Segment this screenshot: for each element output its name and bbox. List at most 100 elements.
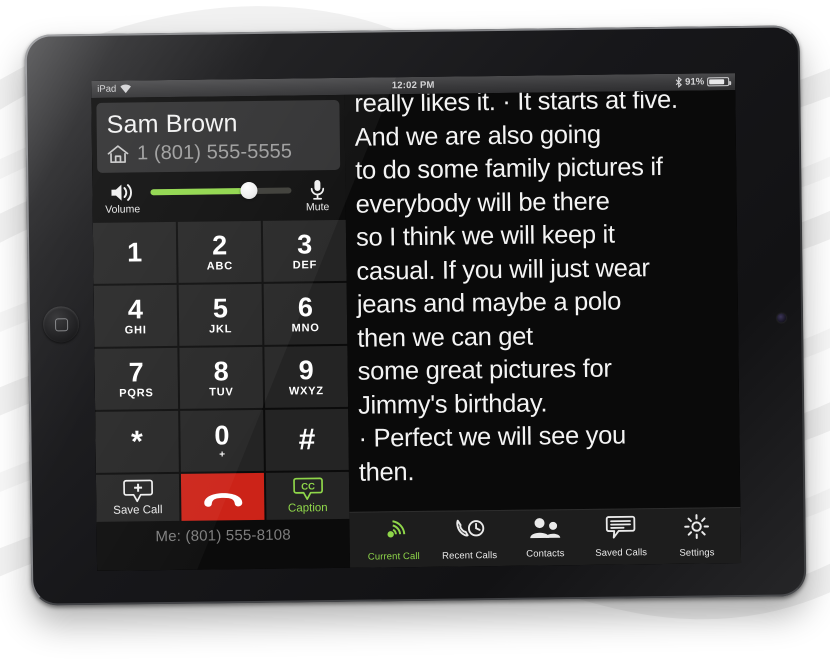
key-digit: 4 [127, 293, 144, 325]
screen: iPad 12:02 PM 91% Sam Brown 1 (801) 555-… [91, 73, 742, 571]
status-bar-right: 91% [675, 73, 730, 91]
key-letters: DEF [292, 258, 318, 271]
key-digit: 8 [213, 355, 229, 386]
microphone-icon [310, 179, 325, 200]
contact-card[interactable]: Sam Brown 1 (801) 555-5555 [96, 99, 341, 173]
home-button[interactable] [42, 306, 80, 343]
end-call-handset-icon [203, 492, 242, 507]
caption-panel: really likes it. · It starts at five. And… [344, 90, 742, 568]
front-camera-icon [777, 313, 787, 323]
mute-label: Mute [305, 201, 330, 214]
caption-line: to do some family pictures if [355, 152, 663, 185]
save-call-label: Save Call [113, 504, 163, 517]
tab-saved-calls[interactable]: Saved Calls [583, 515, 659, 559]
tab-label: Settings [679, 547, 715, 559]
volume-label: Volume [105, 202, 141, 216]
caption-text: really likes it. · It starts at five. And… [354, 90, 732, 490]
key-letters: GHI [124, 323, 147, 337]
caption-scroll-area[interactable]: really likes it. · It starts at five. And… [344, 90, 740, 512]
current-call-icon [379, 517, 407, 548]
contact-number-row: 1 (801) 555-5555 [107, 140, 330, 166]
recent-calls-icon [454, 516, 484, 547]
key-star[interactable]: * [95, 410, 179, 473]
key-digit: 2 [211, 229, 228, 260]
key-5[interactable]: 5 JKL [178, 283, 263, 346]
key-letters: MNO [291, 321, 320, 335]
key-7[interactable]: 7 PQRS [94, 347, 179, 410]
key-8[interactable]: 8 TUV [179, 346, 264, 409]
caption-line: And we are also going [354, 120, 602, 152]
key-0[interactable]: 0 + [180, 409, 264, 472]
key-letters: + [219, 449, 226, 461]
key-digit: 6 [297, 291, 314, 322]
tab-recent-calls[interactable]: Recent Calls [431, 516, 507, 562]
tab-current-call[interactable]: Current Call [355, 517, 431, 563]
key-letters: WXYZ [288, 384, 324, 398]
battery-icon [707, 77, 730, 87]
key-digit: 9 [298, 354, 314, 385]
tab-bar: Current Call Recent Calls Contacts Saved Ca… [349, 507, 742, 568]
key-digit: 7 [128, 356, 144, 388]
phone-panel: Sam Brown 1 (801) 555-5555 Volume Mute 1… [91, 94, 351, 571]
volume-slider-knob[interactable] [240, 181, 258, 200]
key-9[interactable]: 9 WXYZ [264, 345, 349, 408]
key-digit: 1 [127, 237, 143, 268]
volume-slider[interactable] [150, 180, 292, 204]
key-digit: 0 [214, 420, 230, 451]
key-letters: TUV [209, 385, 234, 399]
tab-label: Recent Calls [442, 550, 498, 562]
volume-row: Volume Mute [92, 172, 346, 223]
caption-line: jeans and maybe a polo [356, 287, 622, 319]
home-button-glyph-icon [54, 317, 68, 331]
key-letters: JKL [208, 322, 233, 336]
saved-calls-icon [606, 515, 636, 544]
caption-line: everybody will be there [355, 187, 610, 219]
home-icon [107, 145, 129, 164]
caption-line: really likes it. · It starts at five. [354, 90, 678, 118]
key-1[interactable]: 1 [92, 221, 177, 284]
battery-fill [709, 79, 725, 85]
key-letters: ABC [206, 259, 234, 273]
call-action-row: Save Call CC Caption [95, 471, 350, 522]
speech-bubble-plus-icon [122, 479, 153, 503]
tab-settings[interactable]: Settings [659, 513, 735, 559]
settings-gear-icon [684, 513, 710, 544]
caption-line: some great pictures for [357, 354, 612, 386]
caption-line: casual. If you will just wear [356, 253, 650, 286]
key-digit: 3 [296, 228, 313, 259]
key-hash[interactable]: # [265, 408, 349, 471]
key-2[interactable]: 2 ABC [177, 220, 262, 283]
key-6[interactable]: 6 MNO [263, 282, 348, 345]
ipad-device: iPad 12:02 PM 91% Sam Brown 1 (801) 555-… [24, 25, 807, 606]
volume-slider-fill [150, 188, 250, 196]
save-call-button[interactable]: Save Call [95, 473, 180, 522]
key-4[interactable]: 4 GHI [93, 284, 178, 347]
caption-line: so I think we will keep it [355, 220, 615, 252]
key-3[interactable]: 3 DEF [262, 219, 347, 282]
my-number-label: Me: (801) 555-8108 [155, 526, 291, 546]
battery-percent-label: 91% [685, 76, 705, 88]
caption-label: Caption [287, 502, 328, 515]
cc-bubble-icon: CC [292, 477, 323, 500]
caption-line: then. [358, 457, 415, 487]
speaker-icon [111, 183, 132, 201]
key-digit: * [130, 425, 144, 459]
key-letters: PQRS [119, 386, 154, 400]
tab-label: Current Call [367, 550, 420, 563]
tab-label: Saved Calls [595, 547, 648, 559]
svg-text:CC: CC [301, 481, 315, 492]
end-call-button[interactable] [180, 472, 265, 521]
mute-control[interactable]: Mute [297, 179, 337, 213]
dial-keypad: 1 2 ABC 3 DEF 4 GHI 5 JKL 6 MNO 7 PQRS 8 TUV 9 WXYZ * 0 + # [92, 219, 349, 473]
contacts-icon [529, 516, 561, 545]
key-digit: 5 [212, 292, 229, 323]
contact-name: Sam Brown [106, 109, 238, 139]
caption-line: Jimmy's birthday. [357, 388, 548, 420]
bluetooth-icon [675, 76, 682, 88]
tab-label: Contacts [526, 548, 565, 560]
tab-contacts[interactable]: Contacts [507, 516, 583, 560]
contact-number: 1 (801) 555-5555 [136, 140, 293, 165]
caption-line: · Perfect we will see you [358, 421, 627, 453]
volume-control[interactable]: Volume [100, 182, 144, 216]
caption-button[interactable]: CC Caption [265, 471, 350, 520]
